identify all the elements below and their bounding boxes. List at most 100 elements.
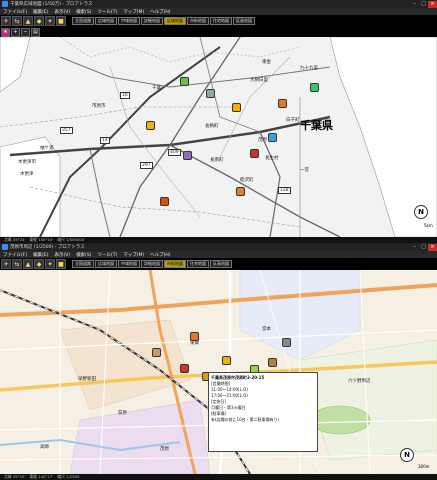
place-label: 一宮 bbox=[300, 168, 309, 173]
shop-info-popup[interactable]: 千葉県茂原市茂原町3-20-15 [営業時間] 11:00～14:00(L.O)… bbox=[208, 372, 318, 452]
restaurant-poi-icon[interactable] bbox=[232, 103, 241, 112]
restaurant-poi-icon[interactable] bbox=[268, 358, 277, 367]
pin-tool-icon[interactable]: ✦ bbox=[45, 16, 55, 26]
menu-search[interactable]: 検索(S) bbox=[76, 9, 91, 15]
menu-tools[interactable]: ツール(T) bbox=[97, 9, 117, 15]
restaurant-poi-icon[interactable] bbox=[282, 338, 291, 347]
status-lon: 東経 140°17' bbox=[29, 474, 54, 479]
app-icon bbox=[2, 1, 8, 7]
route-number: 16 bbox=[120, 92, 130, 99]
map-tool-icon[interactable]: ✈ bbox=[1, 16, 11, 26]
top-titlebar[interactable]: 千葉県広域地図 (1/50万) - プロアトラス – □ × bbox=[0, 0, 437, 8]
place-label: 千葉 bbox=[152, 86, 161, 91]
place-label: 白子町 bbox=[286, 118, 300, 123]
restaurant-poi-icon[interactable] bbox=[180, 364, 189, 373]
minimize-button[interactable]: – bbox=[410, 1, 419, 8]
close-button[interactable]: × bbox=[428, 0, 437, 8]
prefecture-label: 千葉県 bbox=[300, 119, 333, 132]
place-label: 東金 bbox=[262, 60, 271, 65]
zoom-out-icon[interactable]: − bbox=[21, 27, 30, 37]
zoom-in-icon[interactable]: + bbox=[11, 27, 20, 37]
restaurant-poi-icon[interactable] bbox=[152, 348, 161, 357]
tab-2[interactable]: 中域地図 bbox=[118, 260, 140, 268]
menu-map[interactable]: マップ(M) bbox=[123, 252, 144, 258]
menu-file[interactable]: ファイル(F) bbox=[3, 252, 27, 258]
route-tool-icon[interactable]: ⇆ bbox=[12, 16, 22, 26]
restaurant-poi-icon[interactable] bbox=[310, 83, 319, 92]
restaurant-poi-icon[interactable] bbox=[236, 187, 245, 196]
tab-3[interactable]: 詳細地図 bbox=[141, 17, 163, 25]
route-number: 297 bbox=[140, 162, 153, 169]
compass-icon: N bbox=[414, 205, 428, 219]
tab-0[interactable]: 全国道路 bbox=[72, 260, 94, 268]
menu-view[interactable]: 表示(V) bbox=[54, 252, 70, 258]
tab-1[interactable]: 広域地図 bbox=[95, 17, 117, 25]
restaurant-poi-icon[interactable] bbox=[222, 356, 231, 365]
route-number: 409 bbox=[168, 149, 181, 156]
layer-tool-icon[interactable]: ■ bbox=[56, 16, 66, 26]
maximize-button[interactable]: □ bbox=[419, 244, 428, 251]
place-label: 長生村 bbox=[265, 156, 279, 161]
bottom-window-title: 茂原市周辺 (1/2500) - プロアトラス bbox=[10, 245, 85, 250]
print-icon[interactable]: ▤ bbox=[31, 27, 40, 37]
map-tool-icon[interactable]: ✈ bbox=[1, 259, 11, 269]
tab-5[interactable]: 住宅地図 bbox=[187, 260, 209, 268]
bottom-titlebar[interactable]: 茂原市周辺 (1/2500) - プロアトラス – □ × bbox=[0, 243, 437, 251]
menu-file[interactable]: ファイル(F) bbox=[3, 9, 27, 15]
restaurant-poi-icon[interactable] bbox=[146, 121, 155, 130]
tab-active[interactable]: 市街地図 bbox=[164, 260, 186, 268]
menu-view[interactable]: 表示(V) bbox=[54, 9, 70, 15]
maximize-button[interactable]: □ bbox=[419, 1, 428, 8]
menu-map[interactable]: マップ(M) bbox=[123, 9, 144, 15]
restaurant-poi-icon[interactable] bbox=[180, 77, 189, 86]
tab-3[interactable]: 詳細地図 bbox=[141, 260, 163, 268]
top-map-roads bbox=[0, 37, 437, 237]
popup-line: 有(店舗の前に10台・第二駐車場有り) bbox=[211, 417, 280, 422]
route-tool-icon[interactable]: ⇆ bbox=[12, 259, 22, 269]
restaurant-poi-icon[interactable] bbox=[206, 89, 215, 98]
layer-tool-icon[interactable]: ■ bbox=[56, 259, 66, 269]
place-label: 高師 bbox=[40, 445, 49, 450]
car-tool-icon[interactable]: ▲ bbox=[23, 259, 33, 269]
restaurant-poi-icon[interactable] bbox=[190, 332, 199, 341]
menu-help[interactable]: ヘルプ(H) bbox=[150, 252, 170, 258]
restaurant-poi-icon[interactable] bbox=[183, 151, 192, 160]
menu-search[interactable]: 検索(S) bbox=[76, 252, 91, 258]
place-label: 茂原 bbox=[160, 447, 169, 452]
tab-7[interactable]: 区画地図 bbox=[233, 17, 255, 25]
bottom-toolbar: ✈ ⇆ ▲ ◆ ✦ ■ 全国道路 広域地図 中域地図 詳細地図 市街地図 住宅地… bbox=[0, 258, 437, 270]
car-tool-icon[interactable]: ▲ bbox=[23, 16, 33, 26]
menu-edit[interactable]: 編集(E) bbox=[33, 9, 48, 15]
tab-5[interactable]: 市街地図 bbox=[187, 17, 209, 25]
restaurant-poi-icon[interactable] bbox=[160, 197, 169, 206]
app-icon bbox=[2, 244, 8, 250]
restaurant-poi-icon[interactable] bbox=[250, 149, 259, 158]
pin-tool-icon[interactable]: ✦ bbox=[45, 259, 55, 269]
tab-6[interactable]: 区画地図 bbox=[210, 260, 232, 268]
menu-tools[interactable]: ツール(T) bbox=[97, 252, 117, 258]
tab-6[interactable]: 住宅地図 bbox=[210, 17, 232, 25]
restaurant-poi-icon[interactable] bbox=[268, 133, 277, 142]
menu-help[interactable]: ヘルプ(H) bbox=[150, 9, 170, 15]
close-button[interactable]: × bbox=[428, 243, 437, 251]
minimize-button[interactable]: – bbox=[410, 244, 419, 251]
tab-2[interactable]: 中域地図 bbox=[118, 17, 140, 25]
place-label: 早野新田 bbox=[78, 377, 96, 382]
route-number: 357 bbox=[60, 127, 73, 134]
tab-1[interactable]: 広域地図 bbox=[95, 260, 117, 268]
scale-bar: 300m bbox=[418, 464, 430, 469]
search-tool-icon[interactable]: ◆ bbox=[34, 259, 44, 269]
menu-edit[interactable]: 編集(E) bbox=[33, 252, 48, 258]
place-label: 袖ケ浦 bbox=[40, 146, 54, 151]
top-sidebar-tools: ★ + − ▤ bbox=[0, 27, 437, 37]
top-toolbar: ✈ ⇆ ▲ ◆ ✦ ■ 全国道路 広域地図 中域地図 詳細地図 広域地図 市街地… bbox=[0, 15, 437, 27]
place-label: 市原市 bbox=[92, 104, 106, 109]
tab-0[interactable]: 全国道路 bbox=[72, 17, 94, 25]
restaurant-poi-icon[interactable] bbox=[278, 99, 287, 108]
search-tool-icon[interactable]: ◆ bbox=[34, 16, 44, 26]
top-map[interactable]: 千葉県 市原市 千葉 木更津市 木更津 袖ケ浦 長柄町 白子町 茂原 長南町 睦… bbox=[0, 37, 437, 237]
status-lat: 北緯 35°25' bbox=[4, 474, 26, 479]
place-label: 長南町 bbox=[210, 158, 224, 163]
highlight-tool-icon[interactable]: ★ bbox=[1, 27, 10, 37]
tab-active[interactable]: 広域地図 bbox=[164, 17, 186, 25]
